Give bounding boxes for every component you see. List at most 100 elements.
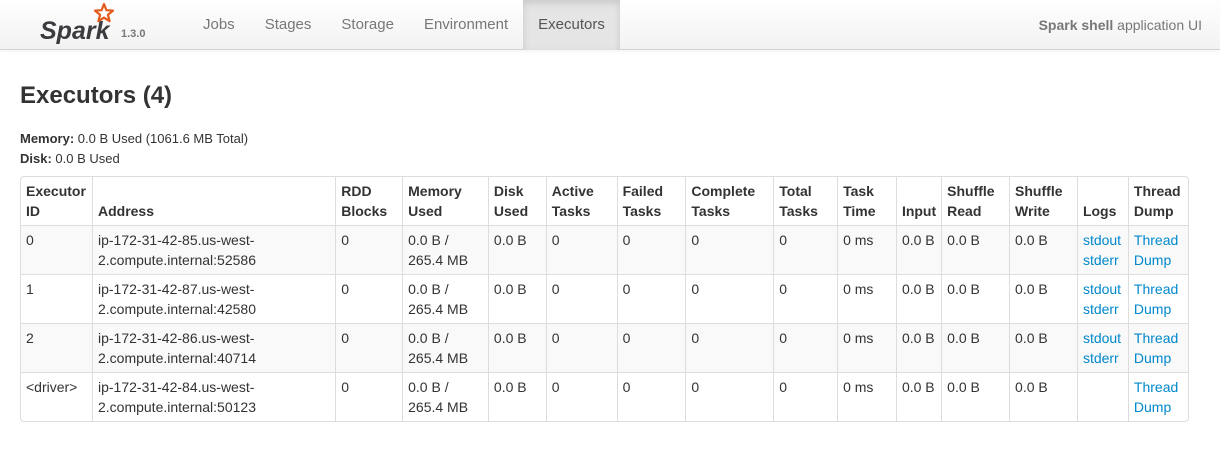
thread-dump-link[interactable]: Thread Dump xyxy=(1134,377,1183,417)
cell-total-tasks: 0 xyxy=(773,323,838,372)
col-header-text: Address xyxy=(97,203,155,219)
table-body: 0 ip-172-31-42-85.us-west- 2.compute.inter… xyxy=(21,225,1188,421)
cell-address: ip-172-31-42-87.us-west- 2.compute.intern… xyxy=(91,274,336,323)
cell-failed-tasks: 0 xyxy=(616,323,686,372)
stderr-log-link[interactable]: stderr xyxy=(1083,348,1123,368)
col-header-failed-tasks[interactable]: Failed Tasks xyxy=(616,177,686,225)
cell-executor-id: <driver> xyxy=(21,372,92,421)
memory-label: Memory: xyxy=(20,131,75,146)
tab-storage[interactable]: Storage xyxy=(326,0,409,50)
cell-shuffle-write: 0.0 B xyxy=(1009,274,1077,323)
col-header-text: Total xyxy=(779,183,812,199)
col-header-text: Input xyxy=(901,203,937,219)
thread-dump-text: Thread xyxy=(1133,281,1179,297)
col-header-executor-id[interactable]: Executor ID xyxy=(21,177,92,225)
cell-thread-dump: Thread Dump xyxy=(1127,274,1188,323)
col-header-task-time[interactable]: Task Time xyxy=(837,177,896,225)
col-header-text: Shuffle xyxy=(1015,183,1063,199)
col-header-text: Tasks xyxy=(622,203,662,219)
col-header-text: Used xyxy=(493,203,529,219)
col-header-active-tasks[interactable]: Active Tasks xyxy=(545,177,617,225)
thread-dump-text: Thread xyxy=(1133,330,1179,346)
stdout-log-link[interactable]: stdout xyxy=(1083,230,1123,250)
tab-executors[interactable]: Executors xyxy=(523,0,620,50)
cell-text: 0.0 B / xyxy=(408,379,449,395)
stdout-log-link[interactable]: stdout xyxy=(1083,279,1123,299)
cell-text: 2.compute.internal:40714 xyxy=(97,350,256,366)
main-content: Executors (4) Memory: 0.0 B Used (1061.6… xyxy=(0,80,1220,422)
cell-address: ip-172-31-42-85.us-west- 2.compute.intern… xyxy=(91,225,336,274)
cell-input: 0.0 B xyxy=(895,323,942,372)
col-header-text: Disk xyxy=(493,183,524,199)
cell-thread-dump: Thread Dump xyxy=(1127,323,1188,372)
spark-logo[interactable]: Spark 1.3.0 xyxy=(38,2,163,48)
col-header-shuffle-read[interactable]: Shuffle Read xyxy=(941,177,1009,225)
cell-failed-tasks: 0 xyxy=(616,225,686,274)
stderr-log-link[interactable]: stderr xyxy=(1083,299,1123,319)
thread-dump-link[interactable]: Thread Dump xyxy=(1134,328,1183,368)
table-row: 0 ip-172-31-42-85.us-west- 2.compute.inter… xyxy=(21,225,1188,274)
col-header-text: Blocks xyxy=(341,203,388,219)
thread-dump-link[interactable]: Thread Dump xyxy=(1134,279,1183,319)
cell-total-tasks: 0 xyxy=(773,225,838,274)
cell-logs: stdout stderr xyxy=(1076,274,1128,323)
memory-value: 0.0 B Used (1061.6 MB Total) xyxy=(74,131,249,146)
cell-input: 0.0 B xyxy=(895,372,942,421)
cell-total-tasks: 0 xyxy=(773,372,838,421)
cell-task-time: 0 ms xyxy=(837,323,896,372)
tab-environment[interactable]: Environment xyxy=(409,0,523,50)
col-header-complete-tasks[interactable]: Complete Tasks xyxy=(685,177,773,225)
cell-text: 0.0 B / xyxy=(408,281,449,297)
cell-rdd-blocks: 0 xyxy=(335,323,403,372)
nav-tabs: Jobs Stages Storage Environment Executor… xyxy=(188,0,620,50)
cell-text: 0.0 B / xyxy=(408,232,449,248)
cell-task-time: 0 ms xyxy=(837,274,896,323)
cell-text: 2.compute.internal:42580 xyxy=(97,301,256,317)
col-header-text: Tasks xyxy=(691,203,731,219)
cell-shuffle-read: 0.0 B xyxy=(941,225,1010,274)
cell-failed-tasks: 0 xyxy=(616,372,686,421)
cell-complete-tasks: 0 xyxy=(685,225,774,274)
col-header-text: ID xyxy=(26,203,40,219)
col-header-input[interactable]: Input xyxy=(895,177,941,225)
tab-stages[interactable]: Stages xyxy=(250,0,327,50)
cell-text: 0.0 B / xyxy=(408,330,449,346)
col-header-rdd-blocks[interactable]: RDD Blocks xyxy=(335,177,402,225)
cell-shuffle-write: 0.0 B xyxy=(1009,372,1077,421)
thread-dump-text: Dump xyxy=(1133,301,1172,317)
tab-jobs[interactable]: Jobs xyxy=(188,0,250,50)
cell-logs: stdout stderr xyxy=(1076,225,1128,274)
col-header-memory-used[interactable]: Memory Used xyxy=(402,177,488,225)
disk-summary: Disk: 0.0 B Used xyxy=(20,149,1200,169)
col-header-total-tasks[interactable]: Total Tasks xyxy=(773,177,837,225)
col-header-text: Failed xyxy=(622,183,664,199)
cell-active-tasks: 0 xyxy=(545,225,617,274)
cell-logs xyxy=(1076,372,1128,421)
col-header-logs[interactable]: Logs xyxy=(1076,177,1128,225)
col-header-shuffle-write[interactable]: Shuffle Write xyxy=(1009,177,1077,225)
col-header-text: Tasks xyxy=(779,203,818,219)
col-header-address[interactable]: Address xyxy=(91,177,335,225)
col-header-text: Memory xyxy=(408,183,462,199)
cell-text: 2.compute.internal:52586 xyxy=(97,252,256,268)
stderr-log-link[interactable]: stderr xyxy=(1083,250,1123,270)
stdout-log-link[interactable]: stdout xyxy=(1083,328,1123,348)
col-header-text: Used xyxy=(408,203,443,219)
col-header-thread-dump[interactable]: Thread Dump xyxy=(1127,177,1188,225)
cell-disk-used: 0.0 B xyxy=(487,274,546,323)
thread-dump-text: Thread xyxy=(1133,379,1179,395)
col-header-text: Shuffle xyxy=(947,183,995,199)
cell-total-tasks: 0 xyxy=(773,274,838,323)
cell-thread-dump: Thread Dump xyxy=(1127,225,1188,274)
cell-disk-used: 0.0 B xyxy=(487,225,546,274)
col-header-disk-used[interactable]: Disk Used xyxy=(487,177,546,225)
cell-text: 265.4 MB xyxy=(408,399,469,415)
cell-memory-used: 0.0 B / 265.4 MB xyxy=(402,274,488,323)
thread-dump-link[interactable]: Thread Dump xyxy=(1134,230,1183,270)
cell-memory-used: 0.0 B / 265.4 MB xyxy=(402,225,488,274)
cell-shuffle-read: 0.0 B xyxy=(941,323,1010,372)
cell-thread-dump: Thread Dump xyxy=(1127,372,1188,421)
cell-text: 265.4 MB xyxy=(408,350,469,366)
cell-failed-tasks: 0 xyxy=(616,274,686,323)
cell-active-tasks: 0 xyxy=(545,372,617,421)
